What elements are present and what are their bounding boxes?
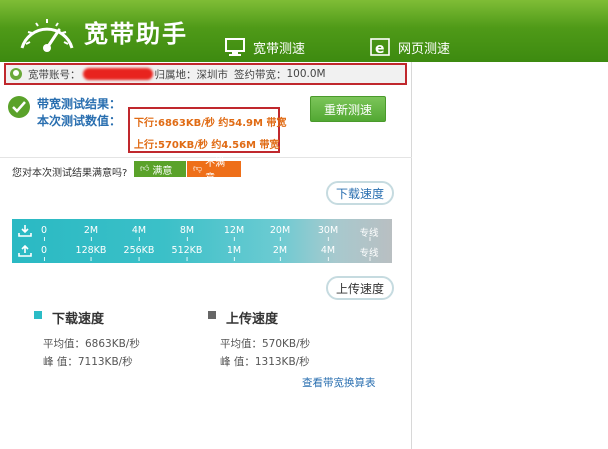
download-tick: 2M	[83, 225, 99, 241]
download-tick: 8M	[179, 225, 195, 241]
upload-tick: 512KB	[171, 245, 203, 261]
retest-button[interactable]: 重新测速	[310, 96, 386, 122]
result-heading: 带宽测试结果：	[37, 97, 122, 111]
upload-stats-title: 上传速度	[226, 312, 279, 327]
download-icon	[18, 225, 32, 237]
download-tick: 专线	[359, 225, 379, 241]
redacted-account-number	[82, 68, 153, 80]
satisfied-button[interactable]: 👍︎ 满意	[134, 161, 186, 177]
download-speed-pill[interactable]: 下载速度	[326, 181, 394, 205]
download-tick: 0	[40, 225, 48, 241]
download-legend-swatch	[34, 311, 42, 319]
download-tick: 20M	[269, 225, 291, 241]
satisfied-label: 满意	[152, 165, 173, 177]
side-area	[413, 62, 608, 449]
download-stats-title: 下载速度	[52, 312, 105, 327]
app-header: 宽带助手 宽带测速 e 网页测速	[0, 0, 608, 62]
thumbs-up-icon: 👍︎	[140, 164, 150, 174]
user-icon	[10, 68, 22, 80]
browser-e-icon: e	[370, 38, 390, 56]
upload-tick: 1M	[226, 245, 242, 261]
download-peak: 峰 值：7113KB/秒	[43, 356, 133, 368]
bandwidth-conversion-link[interactable]: 查看带宽换算表	[302, 375, 376, 390]
account-label: 宽带账号：	[28, 68, 81, 81]
speed-scale-bar: 0 2M 4M 8M 12M 20M 30M 专线 0 128KB 256KB …	[12, 219, 392, 263]
download-scale-row: 0 2M 4M 8M 12M 20M 30M 专线	[12, 221, 392, 241]
location-label: 归属地：	[154, 68, 197, 81]
download-result: 下行:6863KB/秒 约54.9M 带宽	[134, 118, 287, 129]
check-icon	[8, 96, 30, 118]
upload-speed-pill[interactable]: 上传速度	[326, 276, 394, 300]
result-values-box: 下行:6863KB/秒 约54.9M 带宽 上行:570KB/秒 约4.56M …	[128, 107, 286, 153]
speedometer-logo-icon	[20, 19, 74, 52]
account-info-bar: 宽带账号： 归属地： 深圳市 签约带宽： 100.0M	[4, 63, 407, 85]
download-tick: 4M	[131, 225, 147, 241]
upload-tick: 2M	[272, 245, 288, 261]
upload-peak: 峰 值：1313KB/秒	[220, 356, 310, 368]
svg-text:e: e	[375, 41, 385, 56]
unsatisfied-label: 不满意	[205, 158, 226, 184]
upload-average: 平均值：570KB/秒	[220, 338, 311, 350]
contract-bandwidth-value: 100.0M	[286, 68, 326, 80]
upload-icon	[18, 244, 32, 257]
tab-label: 网页测速	[398, 41, 451, 57]
app-title: 宽带助手	[84, 20, 188, 48]
result-value-heading: 本次测试数值：	[37, 114, 122, 128]
tab-webpage-speed-test[interactable]: e 网页测速	[370, 32, 450, 62]
upload-tick: 128KB	[75, 245, 107, 261]
monitor-icon	[225, 38, 245, 56]
contract-bandwidth-label: 签约带宽：	[234, 68, 287, 81]
upload-tick: 256KB	[123, 245, 155, 261]
download-average: 平均值：6863KB/秒	[43, 338, 140, 350]
satisfaction-question: 您对本次测试结果满意吗?	[12, 168, 128, 179]
upload-legend-swatch	[208, 311, 216, 319]
upload-scale-row: 0 128KB 256KB 512KB 1M 2M 4M 专线	[12, 241, 392, 261]
download-tick: 30M	[317, 225, 339, 241]
location-value: 深圳市	[196, 68, 229, 81]
unsatisfied-button[interactable]: 👎︎ 不满意	[187, 158, 241, 184]
upload-tick: 4M	[320, 245, 336, 261]
tab-broadband-speed-test[interactable]: 宽带测速	[225, 32, 305, 62]
download-tick: 12M	[223, 225, 245, 241]
upload-tick: 专线	[359, 245, 379, 261]
upload-tick: 0	[40, 245, 48, 261]
upload-result: 上行:570KB/秒 约4.56M 带宽	[134, 140, 280, 151]
thumbs-down-icon: 👎︎	[193, 164, 203, 174]
tab-label: 宽带测速	[253, 41, 306, 57]
